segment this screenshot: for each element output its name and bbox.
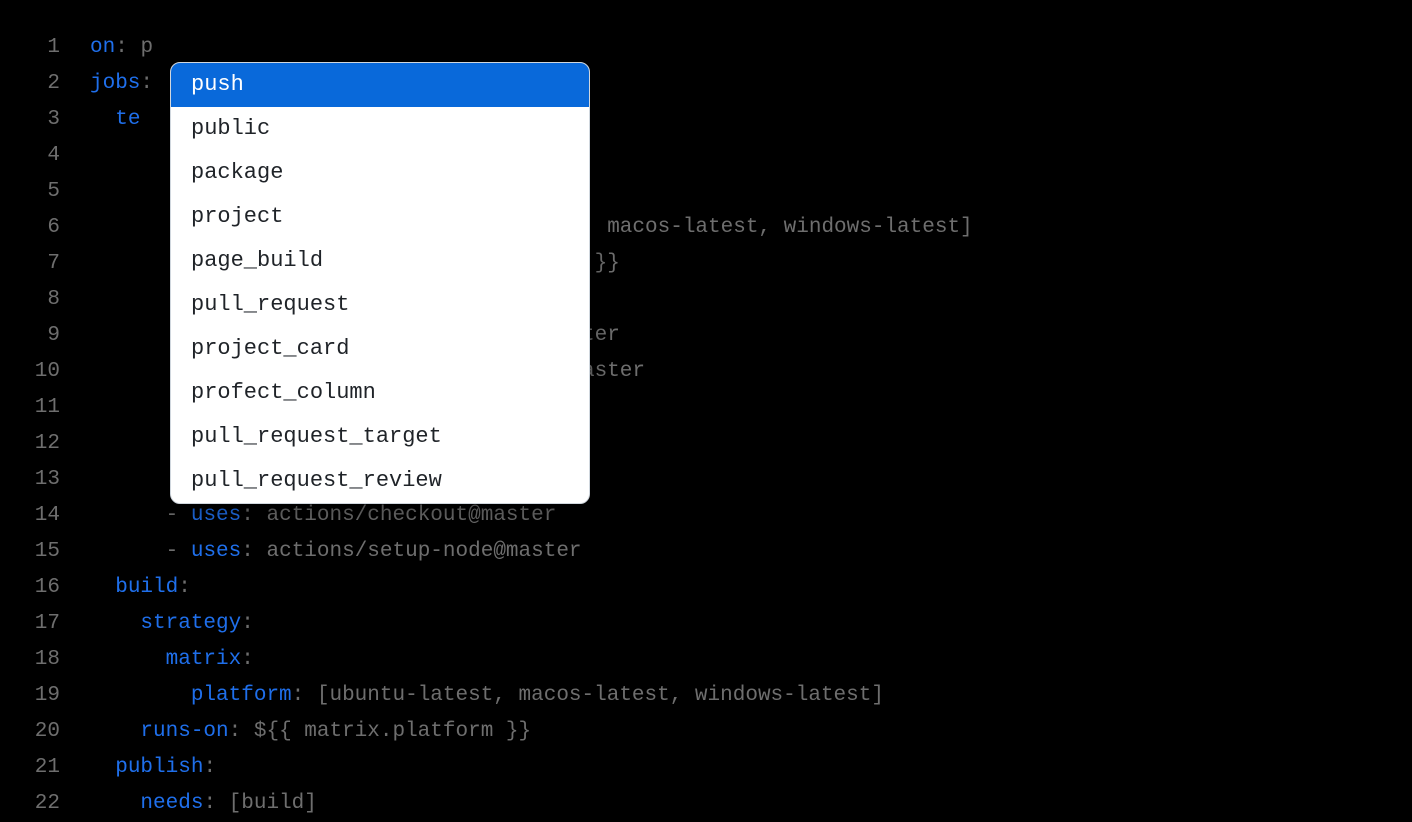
yaml-key: te bbox=[115, 108, 140, 131]
line-number: 10 bbox=[0, 354, 60, 390]
line-number: 13 bbox=[0, 462, 60, 498]
line-number: 15 bbox=[0, 534, 60, 570]
indent bbox=[90, 756, 115, 779]
yaml-key: matrix bbox=[166, 648, 242, 671]
line-number: 5 bbox=[0, 174, 60, 210]
line-number: 18 bbox=[0, 642, 60, 678]
yaml-value: ${{ matrix.platform }} bbox=[254, 720, 531, 743]
yaml-value: p bbox=[140, 36, 153, 59]
autocomplete-item-pull-request[interactable]: pull_request bbox=[171, 283, 589, 327]
yaml-value: actions/setup-node@master bbox=[266, 540, 581, 563]
autocomplete-item-push[interactable]: push bbox=[171, 63, 589, 107]
yaml-dash: - bbox=[166, 540, 191, 563]
yaml-dash: - bbox=[166, 504, 191, 527]
line-number: 1 bbox=[0, 30, 60, 66]
yaml-key: build bbox=[115, 576, 178, 599]
yaml-key: jobs bbox=[90, 72, 140, 95]
autocomplete-item-pull-request-review[interactable]: pull_request_review bbox=[171, 459, 589, 503]
yaml-key: strategy bbox=[140, 612, 241, 635]
yaml-key: uses bbox=[191, 540, 241, 563]
yaml-value: [ubuntu-latest, macos-latest, windows-la… bbox=[317, 684, 884, 707]
yaml-punct: : bbox=[115, 36, 140, 59]
code-line[interactable]: build: bbox=[90, 570, 1412, 606]
yaml-punct: : bbox=[292, 684, 317, 707]
yaml-punct: : bbox=[203, 756, 216, 779]
indent bbox=[90, 648, 166, 671]
yaml-punct: : bbox=[241, 612, 254, 635]
yaml-punct: : bbox=[140, 72, 153, 95]
yaml-key: uses bbox=[191, 504, 241, 527]
yaml-punct: : bbox=[178, 576, 191, 599]
code-line[interactable]: needs: [build] bbox=[90, 786, 1412, 822]
line-number: 16 bbox=[0, 570, 60, 606]
yaml-value: actions/checkout@master bbox=[266, 504, 556, 527]
autocomplete-item-project[interactable]: project bbox=[171, 195, 589, 239]
line-number: 2 bbox=[0, 66, 60, 102]
indent bbox=[90, 684, 191, 707]
code-line[interactable]: platform: [ubuntu-latest, macos-latest, … bbox=[90, 678, 1412, 714]
yaml-key: platform bbox=[191, 684, 292, 707]
indent bbox=[90, 720, 140, 743]
autocomplete-item-project-card[interactable]: project_card bbox=[171, 327, 589, 371]
code-line[interactable]: publish: bbox=[90, 750, 1412, 786]
line-number: 22 bbox=[0, 786, 60, 822]
autocomplete-popup[interactable]: push public package project page_build p… bbox=[170, 62, 590, 504]
indent bbox=[90, 612, 140, 635]
line-number: 17 bbox=[0, 606, 60, 642]
code-line[interactable]: runs-on: ${{ matrix.platform }} bbox=[90, 714, 1412, 750]
line-number: 12 bbox=[0, 426, 60, 462]
autocomplete-item-profect-column[interactable]: profect_column bbox=[171, 371, 589, 415]
line-number: 6 bbox=[0, 210, 60, 246]
line-number: 3 bbox=[0, 102, 60, 138]
line-number: 8 bbox=[0, 282, 60, 318]
line-number: 4 bbox=[0, 138, 60, 174]
code-editor[interactable]: 1 2 3 4 5 6 7 8 9 10 11 12 13 14 15 16 1… bbox=[0, 0, 1412, 822]
autocomplete-item-page-build[interactable]: page_build bbox=[171, 239, 589, 283]
yaml-key: needs bbox=[140, 792, 203, 815]
code-content[interactable]: on: p jobs: te , macos-latest, windows-l… bbox=[90, 30, 1412, 822]
autocomplete-item-pull-request-target[interactable]: pull_request_target bbox=[171, 415, 589, 459]
line-number: 14 bbox=[0, 498, 60, 534]
line-number: 11 bbox=[0, 390, 60, 426]
code-line[interactable]: strategy: bbox=[90, 606, 1412, 642]
indent bbox=[90, 792, 140, 815]
yaml-key: runs-on bbox=[140, 720, 228, 743]
code-line[interactable]: on: p bbox=[90, 30, 1412, 66]
indent bbox=[90, 108, 115, 131]
indent bbox=[90, 540, 166, 563]
indent bbox=[90, 504, 166, 527]
line-number: 7 bbox=[0, 246, 60, 282]
line-number: 19 bbox=[0, 678, 60, 714]
autocomplete-item-public[interactable]: public bbox=[171, 107, 589, 151]
code-line[interactable]: matrix: bbox=[90, 642, 1412, 678]
line-number-gutter: 1 2 3 4 5 6 7 8 9 10 11 12 13 14 15 16 1… bbox=[0, 30, 90, 822]
autocomplete-item-package[interactable]: package bbox=[171, 151, 589, 195]
line-number: 9 bbox=[0, 318, 60, 354]
yaml-key: publish bbox=[115, 756, 203, 779]
yaml-punct: : bbox=[241, 540, 266, 563]
line-number: 21 bbox=[0, 750, 60, 786]
code-line[interactable]: - uses: actions/setup-node@master bbox=[90, 534, 1412, 570]
line-number: 20 bbox=[0, 714, 60, 750]
yaml-key: on bbox=[90, 36, 115, 59]
yaml-punct: : bbox=[203, 792, 228, 815]
indent bbox=[90, 576, 115, 599]
yaml-punct: : bbox=[229, 720, 254, 743]
yaml-punct: : bbox=[241, 648, 254, 671]
yaml-punct: : bbox=[241, 504, 266, 527]
yaml-value: [build] bbox=[229, 792, 317, 815]
